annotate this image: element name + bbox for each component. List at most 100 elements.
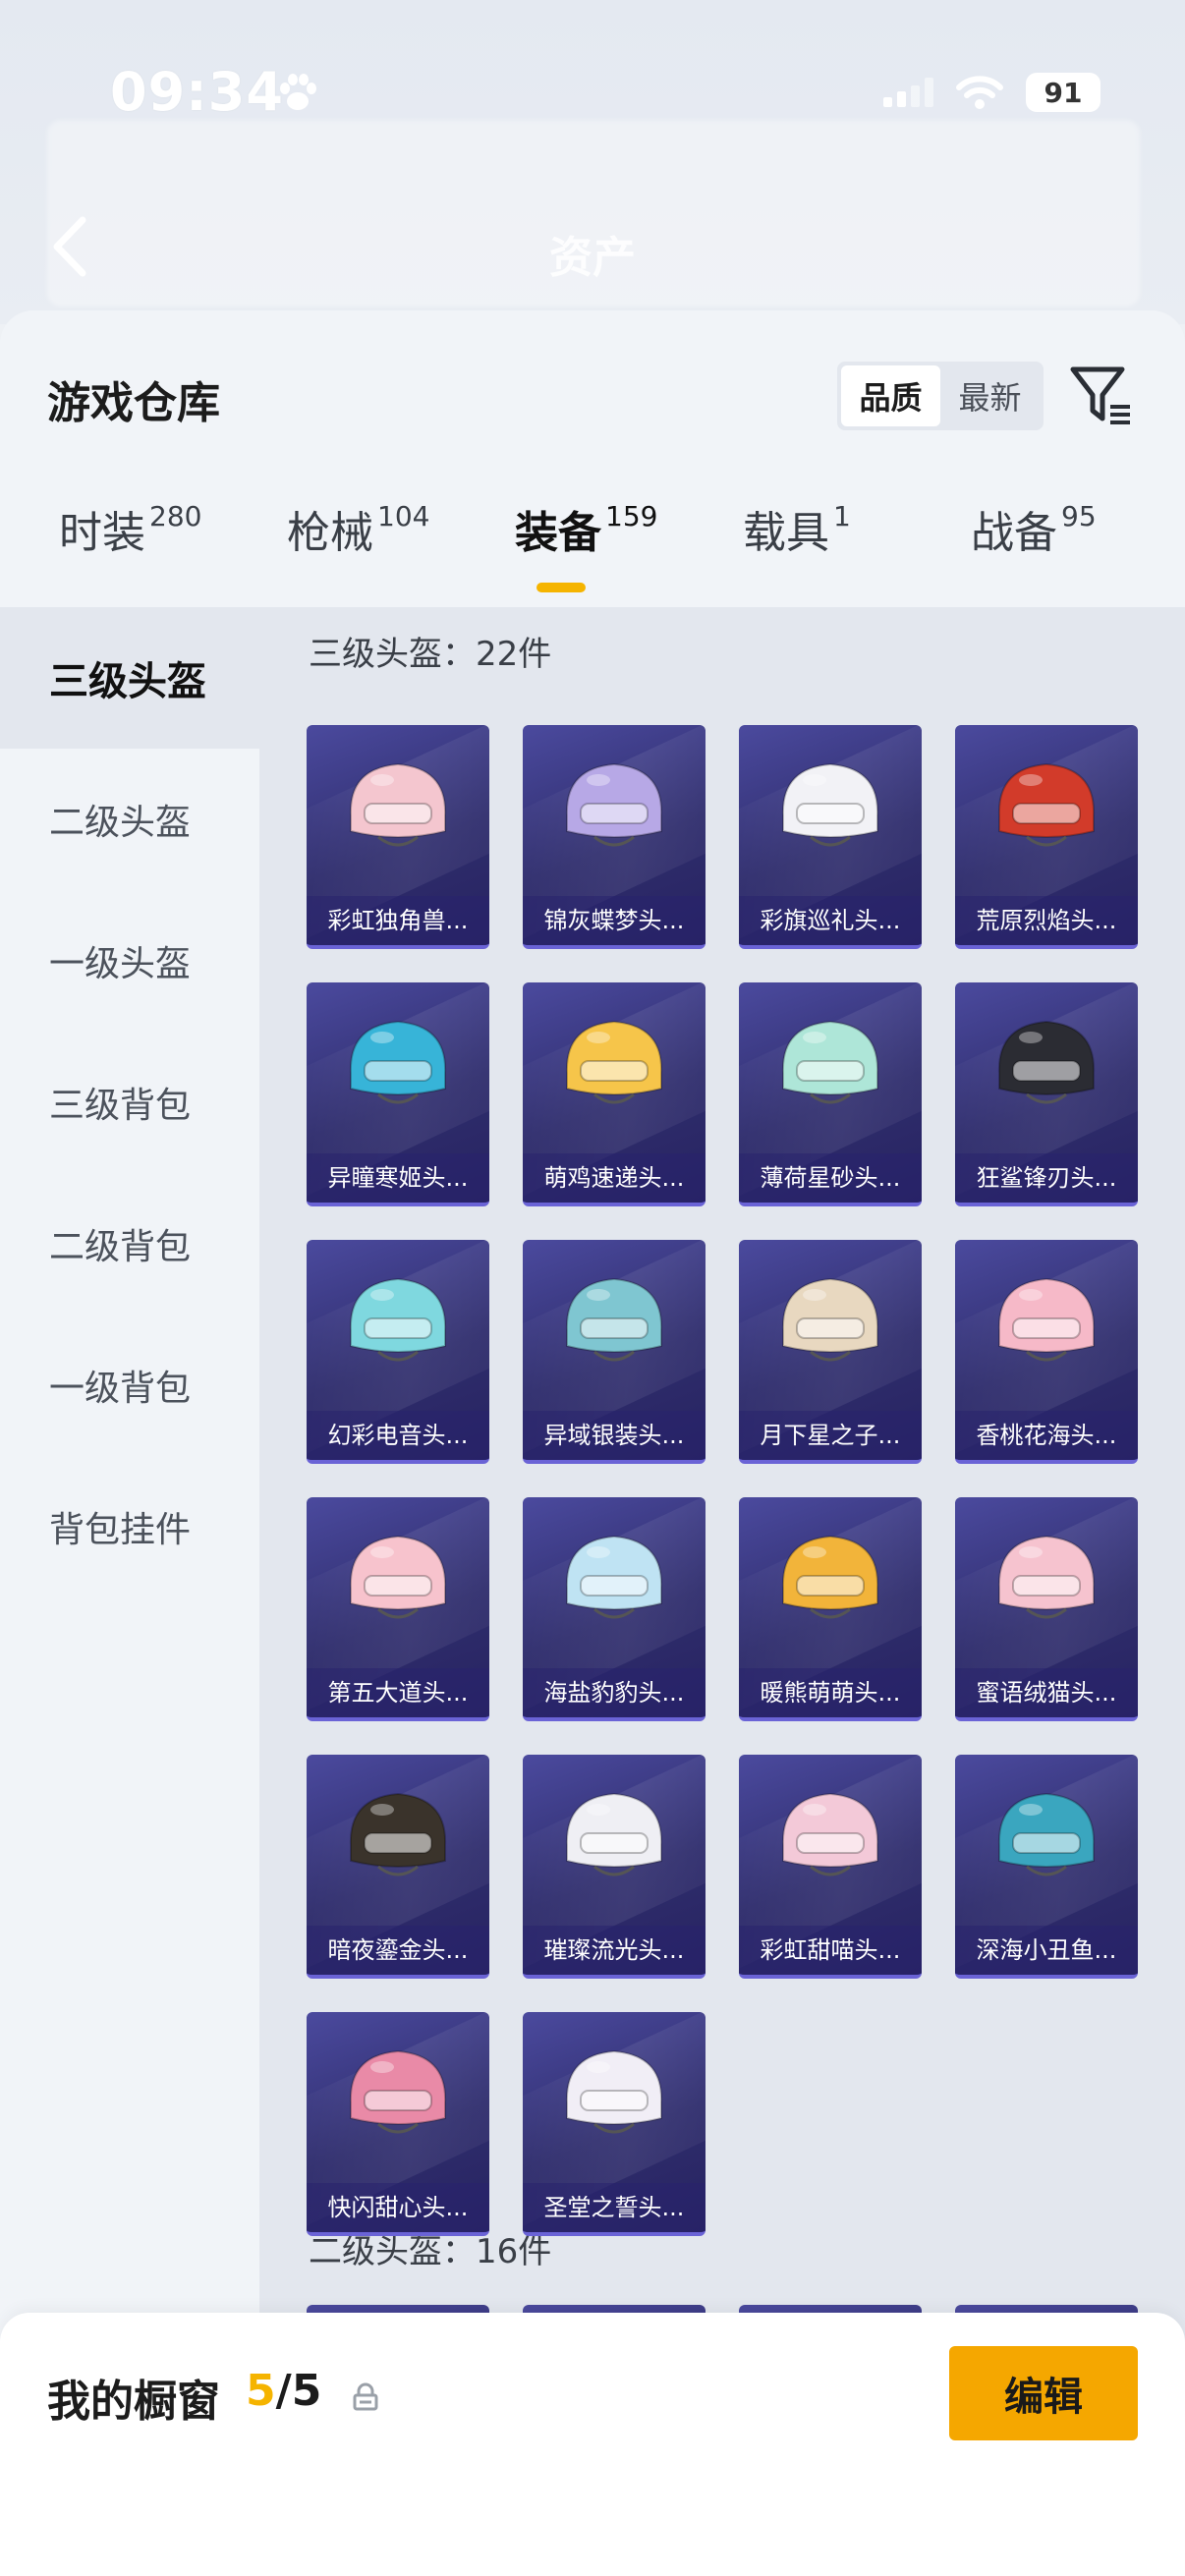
item-name: 薄荷星砂头... (739, 1153, 922, 1203)
helmet-icon (997, 1277, 1096, 1362)
status-time: 09:34 (110, 61, 284, 123)
section-heading-level3-helmet: 三级头盔：22件 (309, 635, 552, 674)
helmet-icon (781, 762, 879, 847)
helmet-icon (349, 2049, 447, 2134)
item-name: 圣堂之誓头... (523, 2183, 705, 2232)
wifi-icon (956, 76, 1003, 109)
helmet-icon (997, 1792, 1096, 1876)
item-name: 暗夜鎏金头... (307, 1926, 489, 1975)
battery-indicator: 91 (1026, 73, 1100, 112)
helmet-icon (565, 1020, 663, 1104)
item-card[interactable]: 狂鲨锋刃头... (955, 982, 1138, 1206)
sort-option-quality[interactable]: 品质 (841, 365, 940, 426)
item-card[interactable]: 第五大道头... (307, 1497, 489, 1721)
active-tab-indicator (536, 583, 586, 592)
showcase-bar: 我的橱窗 5/5 编辑 (0, 2313, 1185, 2576)
item-name: 异瞳寒姬头... (307, 1153, 489, 1203)
sidebar-item-backpack-charm[interactable]: 背包挂件 (0, 1456, 259, 1597)
tab-supplies[interactable]: 战备 95 (971, 497, 1097, 560)
helmet-icon (997, 762, 1096, 847)
sidebar-item-level1-backpack[interactable]: 一级背包 (0, 1315, 259, 1456)
helmet-icon (349, 1277, 447, 1362)
item-name: 深海小丑鱼... (955, 1926, 1138, 1975)
sidebar-item-level2-helmet[interactable]: 二级头盔 (0, 749, 259, 890)
helmet-icon (781, 1535, 879, 1619)
showcase-label: 我的橱窗 (47, 2377, 220, 2427)
item-card[interactable]: 暗夜鎏金头... (307, 1755, 489, 1979)
item-name: 异域银装头... (523, 1411, 705, 1460)
sort-toggle: 品质 最新 (837, 362, 1044, 430)
item-name: 萌鸡速递头... (523, 1153, 705, 1203)
warehouse-sheet: 游戏仓库 品质 最新 时装 280 枪械 104 装备 159 载具 1 战备 95 三级… (0, 310, 1185, 2576)
item-name: 狂鲨锋刃头... (955, 1153, 1138, 1203)
cellular-signal-icon (883, 78, 933, 107)
item-name: 蜜语绒猫头... (955, 1668, 1138, 1717)
item-card[interactable]: 萌鸡速递头... (523, 982, 705, 1206)
edit-button[interactable]: 编辑 (949, 2346, 1138, 2440)
helmet-icon (349, 1792, 447, 1876)
item-name: 香桃花海头... (955, 1411, 1138, 1460)
item-name: 幻彩电音头... (307, 1411, 489, 1460)
status-indicators: 91 (883, 73, 1100, 112)
sidebar-item-level3-helmet[interactable]: 三级头盔 (0, 607, 259, 749)
item-grid-area: 三级头盔：22件 二级头盔：16件 彩虹独角兽... 锦灰蝶梦头... 彩旗巡礼头.… (259, 607, 1185, 2576)
tab-fashion[interactable]: 时装 280 (59, 497, 201, 560)
item-card[interactable]: 暖熊萌萌头... (739, 1497, 922, 1721)
sidebar-item-level2-backpack[interactable]: 二级背包 (0, 1173, 259, 1315)
item-card[interactable]: 幻彩电音头... (307, 1240, 489, 1464)
item-card[interactable]: 薄荷星砂头... (739, 982, 922, 1206)
helmet-icon (349, 762, 447, 847)
helmet-icon (781, 1020, 879, 1104)
item-card[interactable]: 圣堂之誓头... (523, 2012, 705, 2236)
item-name: 锦灰蝶梦头... (523, 896, 705, 945)
item-card[interactable]: 异域银装头... (523, 1240, 705, 1464)
helmet-icon (565, 2049, 663, 2134)
item-card[interactable]: 彩虹甜喵头... (739, 1755, 922, 1979)
tab-firearms[interactable]: 枪械 104 (287, 497, 429, 560)
item-name: 彩虹独角兽... (307, 896, 489, 945)
item-card[interactable]: 海盐豹豹头... (523, 1497, 705, 1721)
item-card[interactable]: 荒原烈焰头... (955, 725, 1138, 949)
item-name: 彩旗巡礼头... (739, 896, 922, 945)
paw-icon (280, 74, 316, 110)
item-name: 暖熊萌萌头... (739, 1668, 922, 1717)
page-title: 资产 (549, 233, 636, 283)
item-name: 彩虹甜喵头... (739, 1926, 922, 1975)
item-card[interactable]: 蜜语绒猫头... (955, 1497, 1138, 1721)
warehouse-title: 游戏仓库 (47, 378, 220, 428)
tab-vehicles[interactable]: 载具 1 (743, 497, 851, 560)
item-card[interactable]: 璀璨流光头... (523, 1755, 705, 1979)
helmet-icon (565, 1277, 663, 1362)
item-card[interactable]: 异瞳寒姬头... (307, 982, 489, 1206)
item-card[interactable]: 香桃花海头... (955, 1240, 1138, 1464)
item-name: 璀璨流光头... (523, 1926, 705, 1975)
helmet-icon (781, 1277, 879, 1362)
helmet-icon (349, 1020, 447, 1104)
helmet-icon (997, 1020, 1096, 1104)
filter-icon[interactable] (1069, 362, 1134, 430)
sort-option-latest[interactable]: 最新 (940, 365, 1040, 426)
item-name: 快闪甜心头... (307, 2183, 489, 2232)
item-card[interactable]: 彩旗巡礼头... (739, 725, 922, 949)
item-card[interactable]: 锦灰蝶梦头... (523, 725, 705, 949)
helmet-icon (781, 1792, 879, 1876)
item-name: 第五大道头... (307, 1668, 489, 1717)
sidebar-item-level3-backpack[interactable]: 三级背包 (0, 1032, 259, 1173)
sidebar-item-level1-helmet[interactable]: 一级头盔 (0, 890, 259, 1032)
tab-equipment[interactable]: 装备 159 (515, 497, 657, 560)
helmet-icon (565, 762, 663, 847)
item-card[interactable]: 彩虹独角兽... (307, 725, 489, 949)
item-card[interactable]: 深海小丑鱼... (955, 1755, 1138, 1979)
helmet-icon (997, 1535, 1096, 1619)
item-card[interactable]: 快闪甜心头... (307, 2012, 489, 2236)
showcase-count: 5/5 (246, 2366, 322, 2416)
item-card[interactable]: 月下星之子... (739, 1240, 922, 1464)
subcategory-sidebar: 三级头盔 二级头盔 一级头盔 三级背包 二级背包 一级背包 背包挂件 (0, 607, 259, 2576)
item-name: 月下星之子... (739, 1411, 922, 1460)
item-name: 荒原烈焰头... (955, 896, 1138, 945)
helmet-icon (565, 1792, 663, 1876)
helmet-icon (349, 1535, 447, 1619)
category-tabs: 时装 280 枪械 104 装备 159 载具 1 战备 95 (0, 497, 1185, 605)
item-name: 海盐豹豹头... (523, 1668, 705, 1717)
lock-icon (353, 2382, 378, 2411)
